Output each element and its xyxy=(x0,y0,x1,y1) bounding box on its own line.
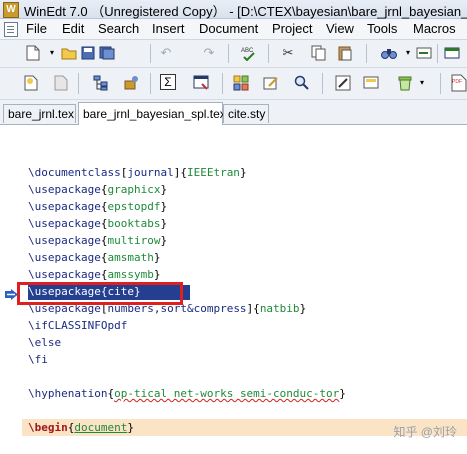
menu-insert[interactable]: Insert xyxy=(152,21,185,36)
bookmark-arrow-icon xyxy=(5,288,19,300)
menu-document[interactable]: Document xyxy=(199,21,258,36)
toolbar-separator xyxy=(440,73,441,94)
menu-bar: File Edit Search Insert Document Project… xyxy=(0,19,467,40)
annotation-highlight-box xyxy=(17,282,183,305)
menu-file[interactable]: File xyxy=(26,21,47,36)
winedt-app-icon[interactable]: W xyxy=(3,2,19,18)
editor-pane[interactable]: \documentclass[journal]{IEEEtran} \usepa… xyxy=(0,138,467,454)
document-tabs: bare_jrnl.tex bare_jrnl_bayesian_spl.tex… xyxy=(0,100,467,125)
menu-project[interactable]: Project xyxy=(272,21,312,36)
project-icon[interactable] xyxy=(122,74,140,92)
copy-icon[interactable] xyxy=(310,44,328,62)
code-line[interactable]: \usepackage{epstopdf} xyxy=(28,199,167,216)
code-line[interactable]: \begin{document} xyxy=(28,420,134,437)
trash-dropdown-icon[interactable]: ▾ xyxy=(413,74,431,92)
toolbar-separator xyxy=(366,44,367,63)
menu-tools[interactable]: Tools xyxy=(367,21,397,36)
trash-icon[interactable] xyxy=(396,74,414,92)
undo-icon[interactable]: ↶ xyxy=(157,44,175,62)
tab-cite-sty[interactable]: cite.sty xyxy=(223,104,269,123)
find-icon[interactable] xyxy=(380,44,398,62)
paste-icon[interactable] xyxy=(336,44,354,62)
menu-view[interactable]: View xyxy=(326,21,354,36)
tree-icon[interactable] xyxy=(92,74,110,92)
svg-text:PDF: PDF xyxy=(452,79,462,85)
spell-check-icon[interactable]: ABC xyxy=(240,44,258,62)
compile-icon[interactable] xyxy=(192,74,210,92)
tab-bare-jrnl[interactable]: bare_jrnl.tex xyxy=(3,104,76,123)
search-icon[interactable] xyxy=(293,74,311,92)
main-toolbar: ▾ ↶ ↷ ABC ✂ ▾ xyxy=(0,40,467,68)
new-doc-icon[interactable] xyxy=(22,74,40,92)
window-icon[interactable] xyxy=(443,44,461,62)
svg-text:ABC: ABC xyxy=(241,48,254,54)
close-doc-icon[interactable] xyxy=(52,74,70,92)
toolbar-separator xyxy=(322,73,323,94)
code-line[interactable]: \usepackage{graphicx} xyxy=(28,182,167,199)
window-title: WinEdt 7.0 （Unregistered Copy） - [D:\CTE… xyxy=(24,4,467,19)
code-line[interactable]: \documentclass[journal]{IEEEtran} xyxy=(28,165,247,182)
edit-icon[interactable] xyxy=(262,74,280,92)
new-dropdown-icon[interactable]: ▾ xyxy=(43,44,61,62)
save-icon[interactable] xyxy=(79,44,97,62)
redo-icon[interactable]: ↷ xyxy=(200,44,218,62)
macros-icon[interactable] xyxy=(232,74,250,92)
toolbar-separator xyxy=(437,44,438,63)
save-all-icon[interactable] xyxy=(98,44,116,62)
toolbar-separator xyxy=(78,73,79,94)
toolbar-separator xyxy=(150,73,151,94)
title-bar: W WinEdt 7.0 （Unregistered Copy） - [D:\C… xyxy=(0,0,467,19)
pdf-icon[interactable]: PDF xyxy=(450,74,467,92)
code-line[interactable]: \usepackage{amsmath} xyxy=(28,250,160,267)
toolbar-separator xyxy=(222,73,223,94)
code-line[interactable]: \ifCLASSINFOpdf xyxy=(28,318,127,335)
new-file-icon[interactable] xyxy=(24,44,42,62)
open-folder-icon[interactable] xyxy=(60,44,78,62)
gather-icon[interactable] xyxy=(362,74,380,92)
menu-search[interactable]: Search xyxy=(98,21,139,36)
menu-macros[interactable]: Macros xyxy=(413,21,456,36)
code-line[interactable]: \usepackage{booktabs} xyxy=(28,216,167,233)
sum-icon[interactable]: Σ xyxy=(160,74,176,90)
code-line[interactable]: \usepackage{multirow} xyxy=(28,233,167,250)
toolbar-separator xyxy=(268,44,269,63)
code-line[interactable]: \else xyxy=(28,335,61,352)
toolbar-separator xyxy=(228,44,229,63)
code-line[interactable]: \fi xyxy=(28,352,48,369)
secondary-toolbar: Σ ▾ PDF xyxy=(0,68,467,100)
code-line[interactable]: \hyphenation{op-tical net-works semi-con… xyxy=(28,386,346,403)
toggle-icon[interactable] xyxy=(334,74,352,92)
menu-edit[interactable]: Edit xyxy=(62,21,84,36)
document-menu-icon[interactable] xyxy=(4,22,18,37)
tab-bare-jrnl-bayesian-spl[interactable]: bare_jrnl_bayesian_spl.tex xyxy=(78,102,226,125)
toolbar-separator xyxy=(150,44,151,63)
watermark: 知乎 @刘玲 xyxy=(393,425,457,439)
ruler xyxy=(0,125,467,139)
replace-icon[interactable] xyxy=(415,44,433,62)
cut-icon[interactable]: ✂ xyxy=(279,44,297,62)
